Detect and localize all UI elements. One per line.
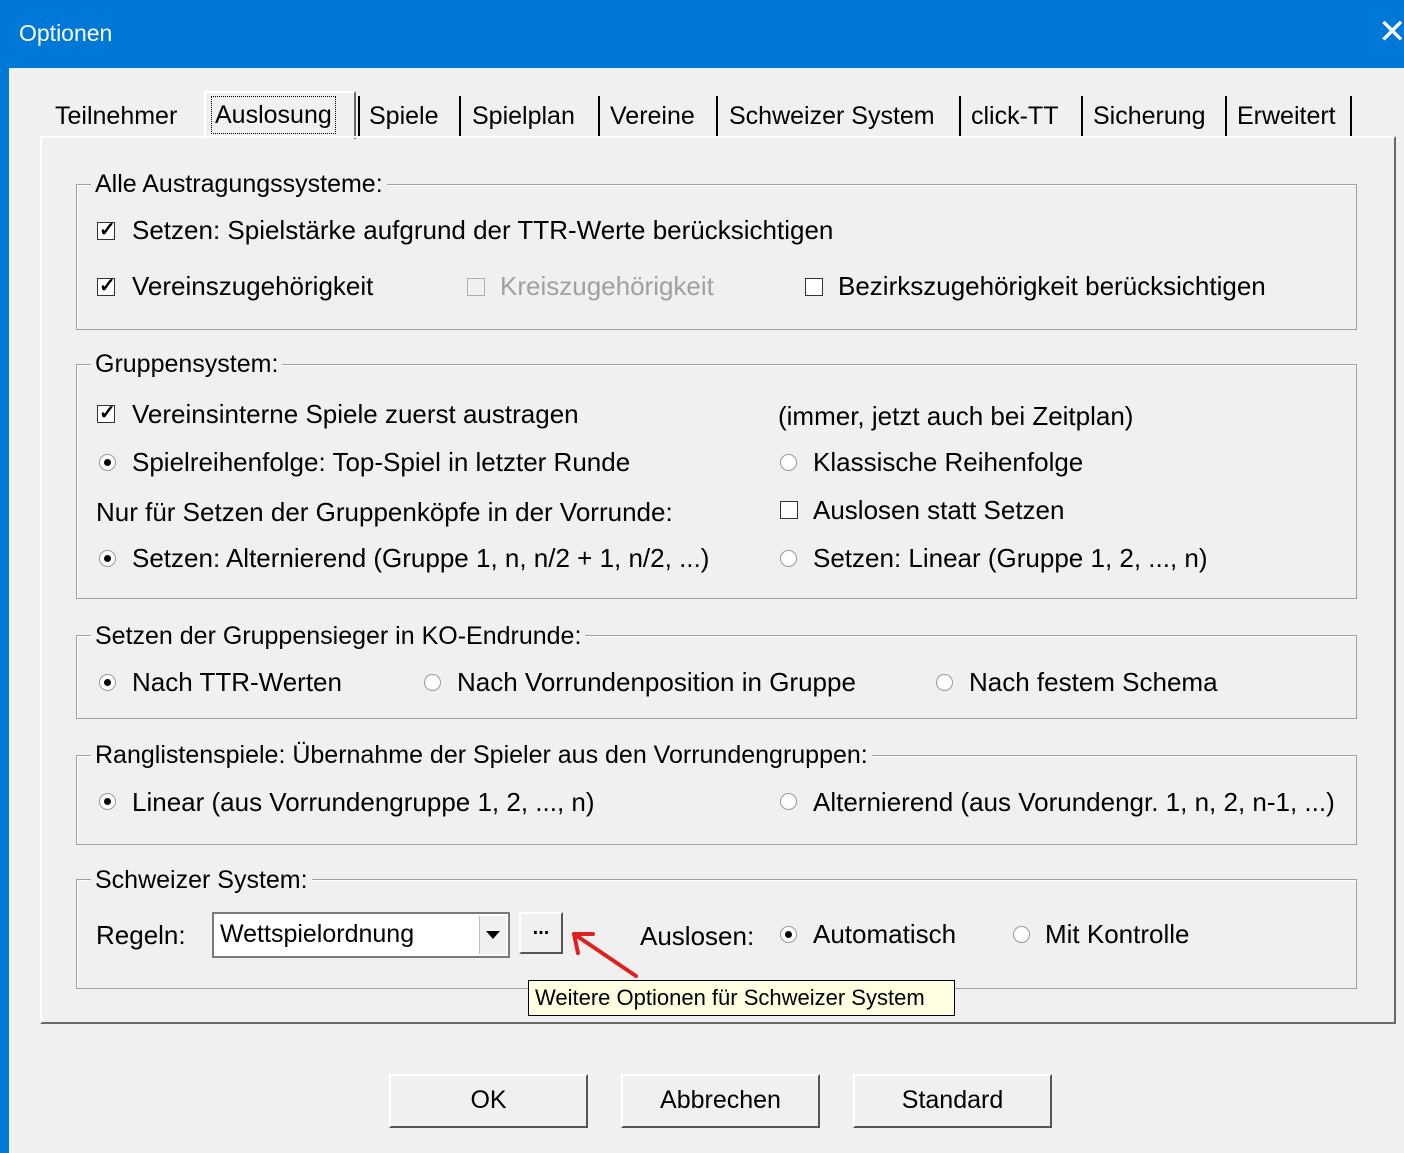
auslosen-statt-setzen-label[interactable]: Auslosen statt Setzen [813, 495, 1064, 525]
regeln-label: Regeln: [96, 920, 186, 950]
bezirkszugehoerigkeit-checkbox[interactable] [805, 278, 823, 296]
mit-kontrolle-label[interactable]: Mit Kontrolle [1045, 919, 1190, 949]
chevron-down-icon[interactable] [479, 916, 506, 954]
tab-separator [598, 96, 600, 136]
regeln-combobox[interactable]: Wettspielordnung [212, 912, 510, 958]
tab-teilnehmer[interactable]: Teilnehmer [55, 96, 177, 138]
klassische-radio[interactable] [780, 454, 797, 471]
tab-erweitert[interactable]: Erweitert [1237, 96, 1336, 138]
ok-button[interactable]: OK [389, 1074, 588, 1128]
tab-schweizer-system[interactable]: Schweizer System [729, 96, 935, 138]
annotation-arrow-icon [572, 932, 638, 978]
automatisch-label[interactable]: Automatisch [813, 919, 956, 949]
ko-ttr-radio[interactable] [99, 674, 116, 691]
kreiszugehoerigkeit-checkbox [467, 278, 485, 296]
tab-spiele[interactable]: Spiele [369, 96, 439, 138]
ko-vorrunde-radio[interactable] [424, 674, 441, 691]
tooltip: Weitere Optionen für Schweizer System [528, 980, 955, 1016]
auslosen-label: Auslosen: [640, 921, 755, 951]
group-alle-austragungssysteme [76, 184, 1357, 330]
vereinsinterne-label[interactable]: Vereinsinterne Spiele zuerst austragen [132, 399, 579, 429]
regeln-value: Wettspielordnung [220, 920, 415, 948]
tab-separator [959, 96, 961, 136]
tab-separator [358, 96, 360, 136]
ko-schema-label[interactable]: Nach festem Schema [969, 667, 1218, 697]
group-legend: Setzen der Gruppensieger in KO-Endrunde: [91, 621, 586, 651]
vereinszugehoerigkeit-label[interactable]: Vereinszugehörigkeit [132, 271, 373, 301]
bezirkszugehoerigkeit-label[interactable]: Bezirkszugehörigkeit berücksichtigen [838, 271, 1266, 301]
group-legend: Alle Austragungssysteme: [91, 169, 387, 199]
setzen-ttr-label[interactable]: Setzen: Spielstärke aufgrund der TTR-Wer… [132, 215, 833, 245]
rangliste-alternierend-radio[interactable] [780, 793, 797, 810]
vereinsinterne-checkbox[interactable]: ✓ [97, 402, 116, 424]
kreiszugehoerigkeit-label: Kreiszugehörigkeit [500, 271, 714, 301]
linear-label[interactable]: Setzen: Linear (Gruppe 1, 2, ..., n) [813, 543, 1208, 573]
zeitplan-note: (immer, jetzt auch bei Zeitplan) [778, 401, 1134, 431]
vereinszugehoerigkeit-checkbox[interactable]: ✓ [97, 275, 116, 297]
auslosen-statt-setzen-checkbox[interactable] [780, 501, 798, 519]
options-dialog: Optionen ✕ Teilnehmer Auslosung Spiele S… [0, 0, 1404, 1153]
tab-click-tt[interactable]: click-TT [971, 96, 1058, 138]
tab-separator [1350, 96, 1352, 136]
alternierend-radio[interactable] [99, 550, 116, 567]
tab-auslosung[interactable]: Auslosung [204, 91, 356, 139]
group-legend: Schweizer System: [91, 865, 312, 895]
group-legend: Ranglistenspiele: Übernahme der Spieler … [91, 740, 872, 770]
ko-ttr-label[interactable]: Nach TTR-Werten [132, 667, 342, 697]
tab-auslosung-label: Auslosung [211, 96, 336, 134]
more-options-button[interactable]: ... [519, 912, 563, 954]
group-legend: Gruppensystem: [91, 349, 283, 379]
ko-vorrunde-label[interactable]: Nach Vorrundenposition in Gruppe [457, 667, 856, 697]
tab-spielplan[interactable]: Spielplan [472, 96, 575, 138]
cancel-button[interactable]: Abbrechen [621, 1074, 820, 1128]
tab-separator [1225, 96, 1227, 136]
alternierend-label[interactable]: Setzen: Alternierend (Gruppe 1, n, n/2 +… [132, 543, 709, 573]
top-spiel-radio[interactable] [99, 454, 116, 471]
ko-schema-radio[interactable] [936, 674, 953, 691]
window-border [0, 68, 9, 1153]
rangliste-linear-radio[interactable] [99, 793, 116, 810]
linear-radio[interactable] [780, 550, 797, 567]
mit-kontrolle-radio[interactable] [1013, 926, 1030, 943]
rangliste-linear-label[interactable]: Linear (aus Vorrundengruppe 1, 2, ..., n… [132, 787, 595, 817]
gruppenkoepfe-hint: Nur für Setzen der Gruppenköpfe in der V… [96, 497, 673, 527]
tab-separator [716, 96, 718, 136]
default-button[interactable]: Standard [853, 1074, 1052, 1128]
close-icon[interactable]: ✕ [1378, 12, 1404, 52]
rangliste-alternierend-label[interactable]: Alternierend (aus Vorundengr. 1, n, 2, n… [813, 787, 1335, 817]
window-title: Optionen [19, 20, 113, 46]
top-spiel-label[interactable]: Spielreihenfolge: Top-Spiel in letzter R… [132, 447, 630, 477]
tab-sicherung[interactable]: Sicherung [1093, 96, 1206, 138]
setzen-ttr-checkbox[interactable]: ✓ [97, 219, 116, 241]
automatisch-radio[interactable] [780, 926, 797, 943]
tab-vereine[interactable]: Vereine [610, 96, 695, 138]
tab-separator [459, 96, 461, 136]
title-bar[interactable]: Optionen ✕ [0, 0, 1404, 68]
klassische-label[interactable]: Klassische Reihenfolge [813, 447, 1083, 477]
tab-separator [1081, 96, 1083, 136]
